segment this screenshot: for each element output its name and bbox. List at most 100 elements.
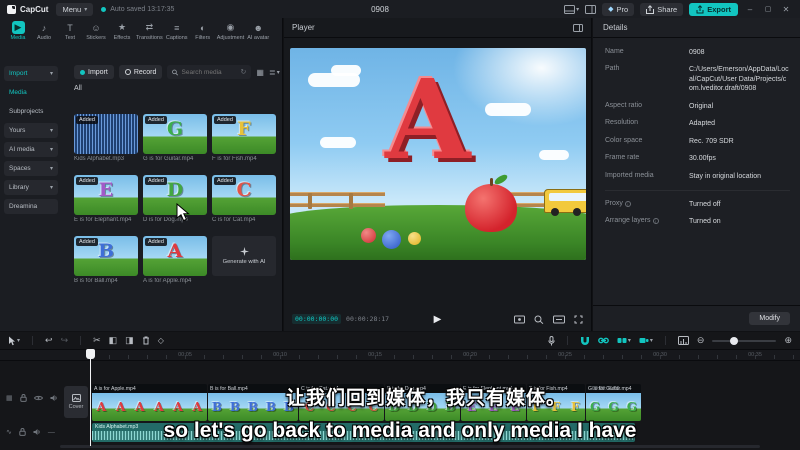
tab-effects[interactable]: ★ Effects <box>110 21 134 41</box>
zoom-slider-knob[interactable] <box>730 336 739 345</box>
added-badge: Added <box>145 238 167 246</box>
undo-icon[interactable]: ↩ <box>45 335 53 346</box>
sidebar-item-yours[interactable]: Yours ▾ <box>4 123 58 138</box>
sidebar-item-dreamina[interactable]: Dreamina <box>4 199 58 214</box>
media-item-d-dog[interactable]: Added D D is for Dog.mp4 <box>143 175 207 223</box>
layout-compact-icon[interactable] <box>585 4 597 14</box>
added-badge: Added <box>76 238 98 246</box>
video-preview[interactable]: A <box>290 48 586 260</box>
tab-adjustment[interactable]: ◉ Adjustment <box>217 21 245 41</box>
media-item-g-guitar[interactable]: Added G G is for Guitar.mp4 <box>143 114 207 162</box>
eye-icon[interactable] <box>33 395 43 401</box>
media-item-b-ball[interactable]: Added B B is for Ball.mp4 <box>74 236 138 284</box>
fullscreen-icon[interactable] <box>574 315 583 324</box>
generate-with-ai-card[interactable]: Generate with AI <box>212 236 276 284</box>
record-button[interactable]: Record <box>118 65 163 79</box>
sidebar-item-spaces[interactable]: Spaces ▾ <box>4 161 58 176</box>
magnet-snap-icon[interactable] <box>580 336 590 345</box>
preview-quality-icon[interactable] <box>514 315 525 324</box>
collapse-track-icon[interactable]: — <box>48 429 55 436</box>
waveform-icon[interactable]: ∿ <box>6 428 12 436</box>
track-format-icon[interactable]: ▦ <box>6 394 13 402</box>
close-button[interactable]: ✕ <box>780 5 792 14</box>
video-track-header: ▦ — <box>6 394 72 402</box>
grid-view-icon[interactable]: ▦ <box>256 68 264 77</box>
media-item-kids-alphabet[interactable]: Added Kids Alphabet.mp3 <box>74 114 138 162</box>
lock-icon[interactable] <box>19 394 27 402</box>
search-input[interactable] <box>181 68 238 76</box>
clip-a-apple[interactable]: A is for Apple.mp4 AAAAAA <box>92 384 207 421</box>
pro-label: Pro <box>616 4 629 14</box>
horizontal-scrollbar[interactable] <box>60 445 760 448</box>
sidebar-item-subprojects[interactable]: Subprojects <box>4 104 58 119</box>
clip-b-ball[interactable]: B is for Ball.mp4 BBBBB <box>208 384 298 421</box>
sidebar-item-ai-media[interactable]: AI media ▾ <box>4 142 58 157</box>
proxy-label: Proxy <box>605 199 623 207</box>
zoom-in-icon[interactable]: ⊕ <box>784 335 792 346</box>
ratio-icon[interactable] <box>553 315 565 324</box>
timeline-ruler[interactable]: 00:05 00:10 00:15 00:20 00:25 00:30 00:3… <box>0 349 800 361</box>
player-title: Player <box>292 23 315 32</box>
section-label-all: All <box>74 85 82 92</box>
mark-icon[interactable]: ◇ <box>158 336 164 345</box>
added-badge: Added <box>76 116 98 124</box>
import-button[interactable]: Import <box>74 65 114 79</box>
modify-button[interactable]: Modify <box>749 312 790 325</box>
share-button[interactable]: Share <box>640 2 684 16</box>
cover-button[interactable]: Cover <box>64 386 88 418</box>
tab-captions[interactable]: ≡ Captions <box>165 21 189 42</box>
sort-icon[interactable]: ≣ ▾ <box>269 68 280 77</box>
grass <box>290 204 586 260</box>
play-button[interactable]: ▶ <box>434 314 442 325</box>
media-item-c-cat[interactable]: Added C C is for Cat.mp4 <box>212 175 276 223</box>
tab-stickers[interactable]: ☺ Stickers <box>84 21 108 42</box>
track-options-icon[interactable]: ▾ <box>639 336 653 345</box>
link-clips-icon[interactable] <box>597 336 609 345</box>
tab-text[interactable]: T Text <box>58 21 82 42</box>
refresh-icon[interactable]: ↻ <box>241 68 247 76</box>
zoom-out-icon[interactable]: ⊖ <box>697 335 705 346</box>
tab-media[interactable]: ▶ Media <box>6 21 30 41</box>
mute-icon[interactable] <box>50 394 58 402</box>
preview-axis-icon[interactable] <box>677 336 689 345</box>
player-panel: Player A 00:00:00:00 00:00:28:17 ▶ <box>284 18 592 331</box>
timeline-zoom-slider[interactable] <box>712 336 777 345</box>
auto-ripple-icon[interactable]: ▾ <box>617 336 631 345</box>
tab-filters[interactable]: ◐ Filters <box>191 21 215 42</box>
delete-icon[interactable] <box>142 336 150 345</box>
sidebar-item-media[interactable]: Media <box>4 85 58 100</box>
playhead-line[interactable] <box>90 349 91 446</box>
media-item-f-fish[interactable]: Added F F is for Fish.mp4 <box>212 114 276 162</box>
name-value: 0908 <box>689 49 705 56</box>
divider <box>605 189 790 191</box>
trim-left-icon[interactable]: ◧ <box>109 335 118 346</box>
tab-ai-avatar[interactable]: ☻ AI avatar <box>246 21 270 42</box>
media-item-e-elephant[interactable]: Added E E is for Elephant.mp4 <box>74 175 138 223</box>
subtitle-english: so let's go back to media and only media… <box>163 419 637 442</box>
zoom-fit-icon[interactable] <box>534 315 544 324</box>
sidebar-item-library[interactable]: Library ▾ <box>4 180 58 195</box>
minimize-button[interactable]: – <box>744 5 756 14</box>
menu-button[interactable]: Menu ▾ <box>56 2 94 16</box>
pro-button[interactable]: ◆ Pro <box>602 2 635 16</box>
media-item-a-apple[interactable]: Added A A is for Apple.mp4 <box>143 236 207 284</box>
sidebar-item-import[interactable]: Import ▾ <box>4 66 58 81</box>
imported-media-value: Stay in original location <box>689 172 761 180</box>
maximize-button[interactable]: ▢ <box>762 5 774 13</box>
split-icon[interactable]: ✂ <box>93 335 101 346</box>
redo-icon[interactable]: ↪ <box>61 335 69 346</box>
mute-icon[interactable] <box>33 428 41 436</box>
tab-audio[interactable]: ♪ Audio <box>32 21 56 42</box>
layout-wide-icon[interactable]: ▾ <box>564 4 579 14</box>
voiceover-mic-icon[interactable] <box>548 335 555 346</box>
app-name: CapCut <box>20 4 49 14</box>
export-button[interactable]: Export <box>689 2 738 16</box>
diamond-icon: ◆ <box>608 6 614 13</box>
search-box[interactable]: ↻ <box>167 65 252 79</box>
select-tool-icon[interactable]: ▾ <box>8 336 20 346</box>
tab-transitions[interactable]: ⇄ Transitions <box>136 21 163 41</box>
trim-right-icon[interactable]: ◨ <box>125 335 134 346</box>
lock-icon[interactable] <box>19 428 26 436</box>
panel-toggle-icon[interactable] <box>573 23 583 32</box>
media-sidebar: Import ▾ Media Subprojects Yours ▾ AI medi… <box>0 66 62 218</box>
